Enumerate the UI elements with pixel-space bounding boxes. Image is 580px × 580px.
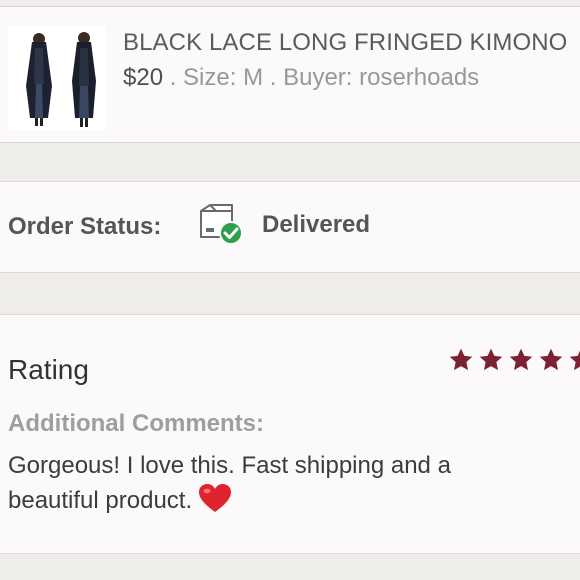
item-title[interactable]: BLACK LACE LONG FRINGED KIMONO xyxy=(123,29,567,57)
additional-comments-label: Additional Comments: xyxy=(8,410,264,437)
star-icon xyxy=(479,348,503,371)
kimono-photo-image xyxy=(8,26,106,130)
item-thumbnail[interactable] xyxy=(8,26,106,130)
rating-stars xyxy=(448,347,580,377)
item-buyer[interactable]: . Buyer: roserhoads xyxy=(263,64,479,91)
rating-card: Rating Additional Comments: Gorgeous! I … xyxy=(0,314,580,554)
order-status-card: Order Status: Delivered xyxy=(0,181,580,273)
item-meta: $20 . Size: M . Buyer: roserhoads xyxy=(123,64,479,92)
star-icon xyxy=(539,348,563,371)
item-price: $20 xyxy=(123,64,164,91)
star-icon xyxy=(509,348,533,371)
order-status-value: Delivered xyxy=(262,211,371,238)
rating-title: Rating xyxy=(8,354,89,385)
red-heart-icon xyxy=(198,483,232,513)
comment-text: Gorgeous! I love this. Fast shipping and… xyxy=(8,449,548,518)
star-icon xyxy=(569,350,580,371)
order-status-label: Order Status: xyxy=(8,213,162,240)
package-delivered-icon xyxy=(198,202,246,246)
item-card[interactable]: BLACK LACE LONG FRINGED KIMONO $20 . Siz… xyxy=(0,6,580,143)
item-size: . Size: M xyxy=(163,64,264,91)
star-icon xyxy=(449,348,473,371)
